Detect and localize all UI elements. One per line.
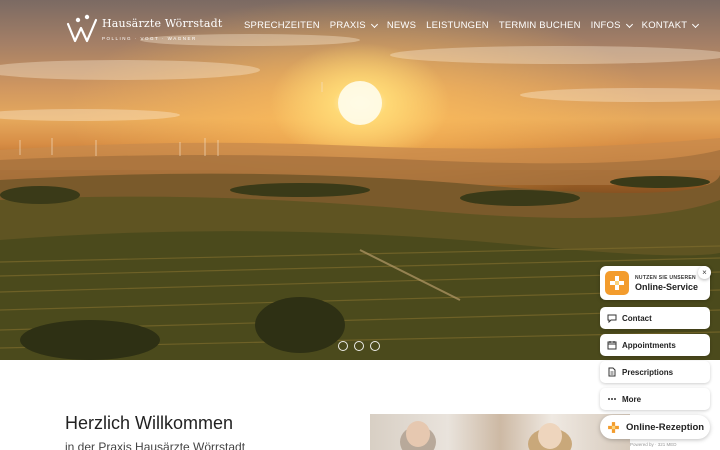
appointments-button[interactable]: Appointments xyxy=(600,334,710,356)
nav-item-termin-buchen[interactable]: TERMIN BUCHEN xyxy=(499,20,581,31)
chevron-down-icon xyxy=(625,20,633,28)
team-photo-image xyxy=(400,421,572,450)
prescriptions-button[interactable]: Prescriptions xyxy=(600,361,710,383)
nav-item-sprechzeiten[interactable]: SPRECHZEITEN xyxy=(244,20,320,31)
widget-title: Online-Service xyxy=(635,282,699,292)
online-service-banner[interactable]: NUTZEN SIE UNSEREN Online-Service xyxy=(600,266,710,300)
slider-dot-2[interactable] xyxy=(354,341,364,351)
chat-icon xyxy=(607,314,617,323)
chevron-down-icon xyxy=(692,20,700,28)
appointments-button-label: Appointments xyxy=(622,340,676,350)
nav-item-label: INFOS xyxy=(590,20,621,31)
hero-landscape-image xyxy=(0,34,720,360)
logo-subtitle: POLLING · VOGT · WAGNER xyxy=(102,36,197,41)
hero-slider xyxy=(0,0,720,360)
team-photo xyxy=(370,414,630,450)
chevron-down-icon xyxy=(370,20,378,28)
nav-item-news[interactable]: NEWS xyxy=(387,20,416,31)
more-button-label: More xyxy=(622,394,642,404)
nav-item-label: SPRECHZEITEN xyxy=(244,20,320,31)
main-navigation: SPRECHZEITEN PRAXIS NEWS LEISTUNGEN TERM… xyxy=(244,20,700,31)
more-icon xyxy=(608,398,616,400)
welcome-title: Herzlich Willkommen xyxy=(65,413,234,433)
logo-title: Hausärzte Wörrstadt xyxy=(102,17,223,30)
nav-item-label: LEISTUNGEN xyxy=(426,20,489,31)
powered-by-label: Powered by · 321 MED xyxy=(630,442,677,447)
nav-item-praxis[interactable]: PRAXIS xyxy=(329,20,378,31)
online-rezeption-button[interactable]: Online-Rezeption xyxy=(600,415,710,439)
nav-item-label: TERMIN BUCHEN xyxy=(498,20,581,31)
widget-close-button[interactable]: × xyxy=(698,266,711,279)
slider-dot-3[interactable] xyxy=(370,341,380,351)
nav-item-label: KONTAKT xyxy=(641,20,688,31)
contact-button-label: Contact xyxy=(622,313,652,323)
rezeption-plus-icon xyxy=(608,421,619,433)
nav-item-label: PRAXIS xyxy=(329,20,366,31)
logo-mark-icon xyxy=(66,14,98,43)
site-logo[interactable]: Hausärzte Wörrstadt POLLING · VOGT · WAG… xyxy=(64,10,224,46)
rezeption-label: Online-Rezeption xyxy=(626,421,705,433)
calendar-icon xyxy=(607,341,617,350)
nav-item-label: NEWS xyxy=(386,20,417,31)
prescriptions-button-label: Prescriptions xyxy=(622,367,674,377)
nav-item-leistungen[interactable]: LEISTUNGEN xyxy=(426,20,489,31)
widget-small-label: NUTZEN SIE UNSEREN xyxy=(635,275,696,281)
welcome-subtitle: in der Praxis Hausärzte Wörrstadt xyxy=(65,440,246,450)
nav-item-kontakt[interactable]: KONTAKT xyxy=(641,20,700,31)
more-button[interactable]: More xyxy=(600,388,710,410)
nav-item-infos[interactable]: INFOS xyxy=(590,20,633,31)
document-icon xyxy=(608,367,616,377)
slider-pagination xyxy=(338,341,380,351)
slider-dot-1[interactable] xyxy=(338,341,348,351)
contact-button[interactable]: Contact xyxy=(600,307,710,329)
service-logo-icon xyxy=(605,271,629,295)
